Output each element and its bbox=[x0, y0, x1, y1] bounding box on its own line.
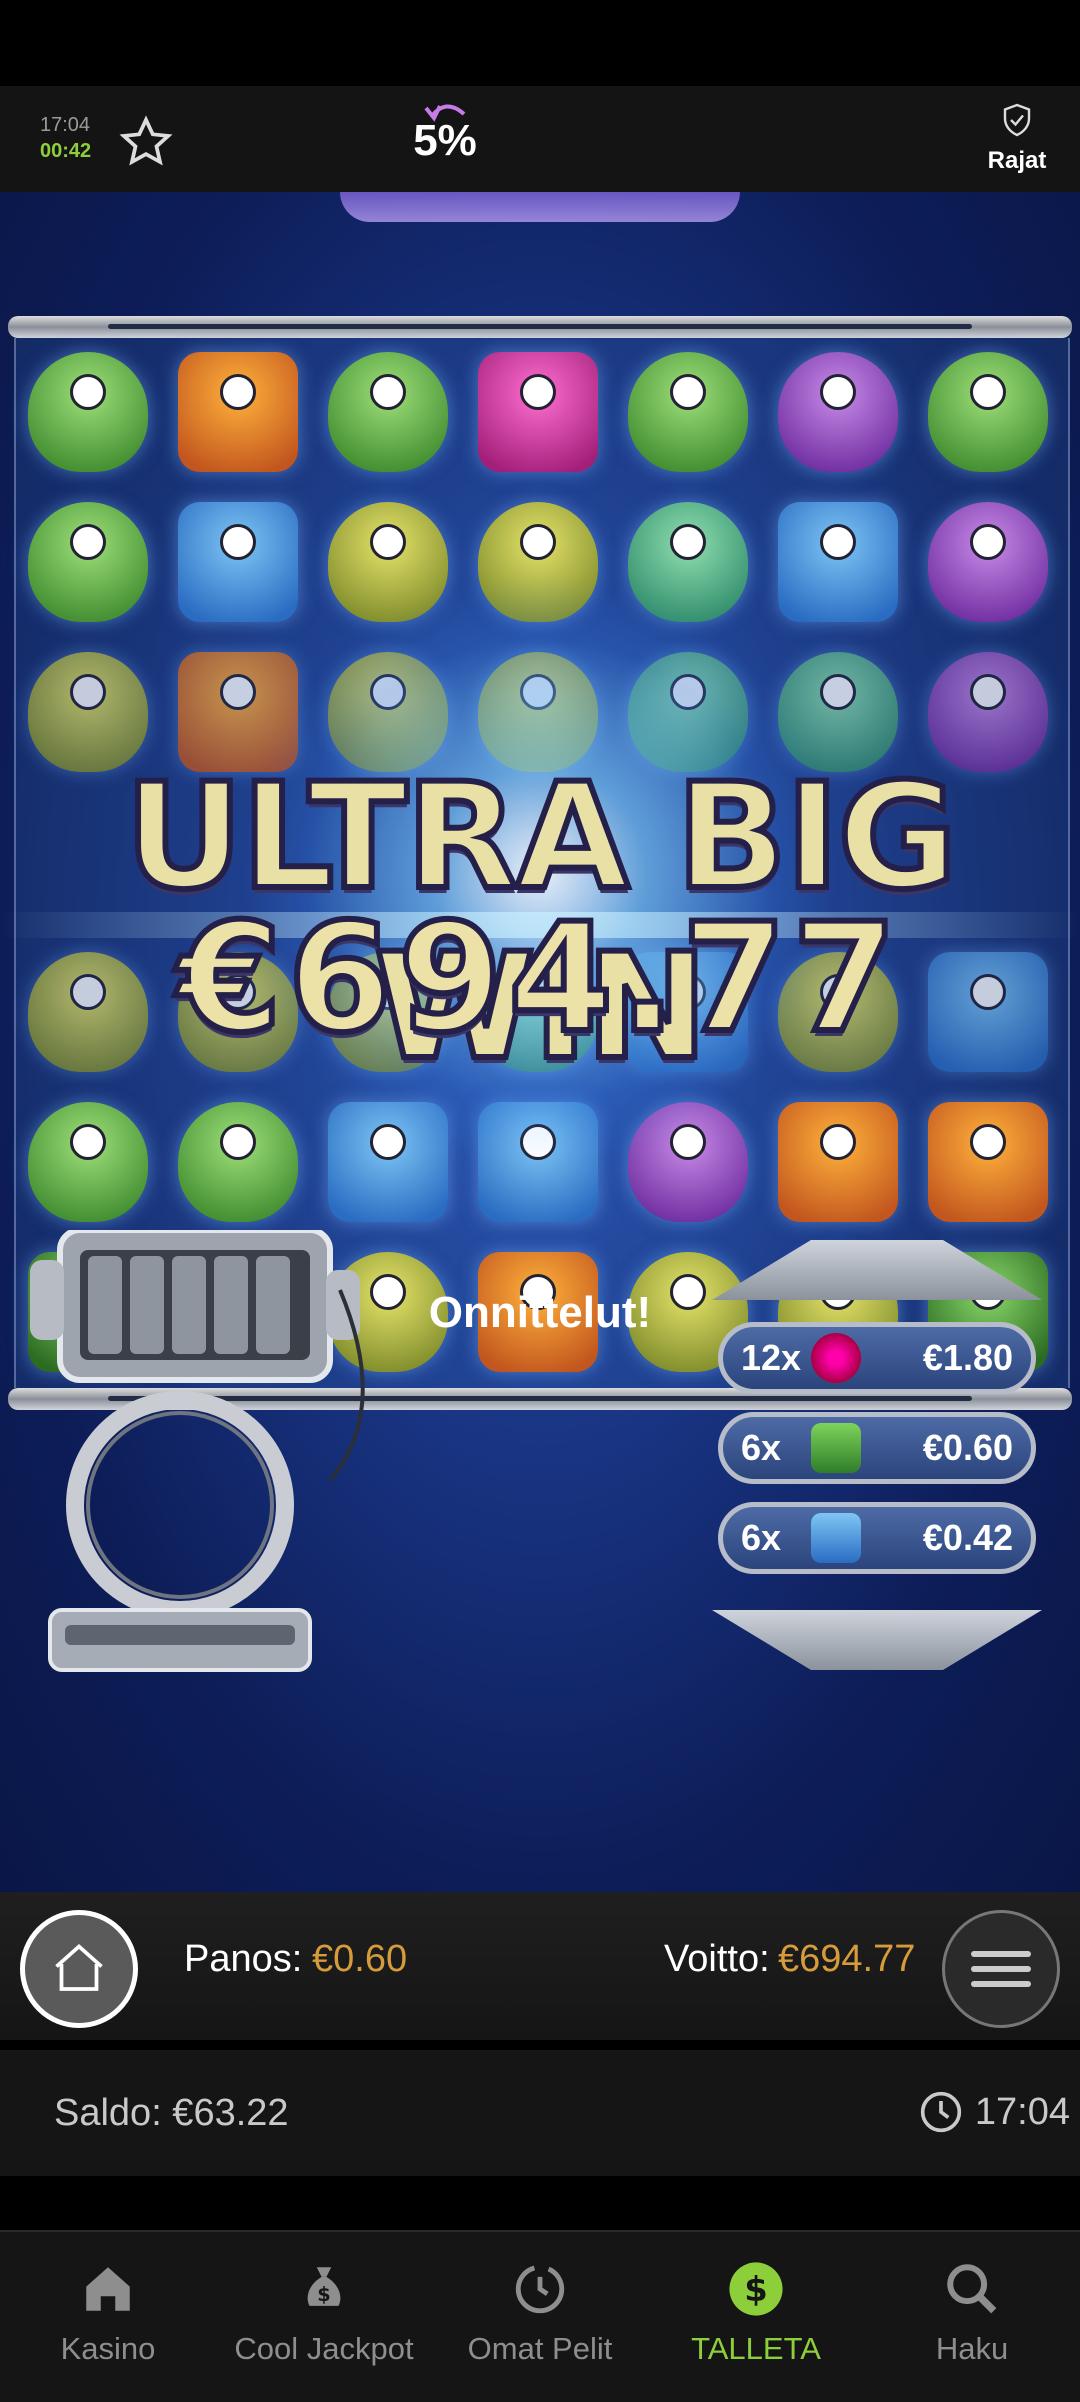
clock-block: 17:04 00:42 bbox=[40, 112, 91, 164]
symbol-eye bbox=[970, 374, 1006, 410]
paytable-scroll-down[interactable] bbox=[712, 1610, 1042, 1670]
symbol-eye bbox=[70, 674, 106, 710]
bet-label: Panos: bbox=[184, 1938, 303, 1980]
green-alien-symbol bbox=[928, 352, 1048, 472]
paytable-row: 12x €1.80 bbox=[718, 1322, 1036, 1394]
bet-bar: Panos: €0.60 Voitto: €694.77 bbox=[0, 1892, 1080, 2040]
search-icon bbox=[947, 2264, 997, 2314]
hamburger-menu-icon bbox=[971, 1951, 1031, 1987]
symbol-eye bbox=[820, 1124, 856, 1160]
svg-text:$: $ bbox=[744, 2270, 768, 2309]
symbol-eye bbox=[670, 524, 706, 560]
balance-bar: Saldo: €63.22 17:04 bbox=[0, 2050, 1080, 2176]
nav-kasino[interactable]: Kasino bbox=[0, 2260, 216, 2367]
symbol-eye bbox=[370, 524, 406, 560]
green-alien-symbol bbox=[28, 502, 148, 622]
green-alien-symbol bbox=[28, 1102, 148, 1222]
nav-omat-pelit[interactable]: Omat Pelit bbox=[432, 2260, 648, 2367]
symbol-eye bbox=[670, 374, 706, 410]
balance-clock-time: 17:04 bbox=[974, 2090, 1070, 2133]
favorite-star-icon[interactable] bbox=[118, 114, 174, 170]
symbol-eye bbox=[820, 524, 856, 560]
symbol-eye bbox=[220, 1124, 256, 1160]
balance-clock: 17:04 bbox=[919, 2090, 1070, 2134]
paytable-row: 6x €0.60 bbox=[718, 1412, 1036, 1484]
symbol-eye bbox=[820, 374, 856, 410]
symbol-eye bbox=[220, 374, 256, 410]
nav-label: TALLETA bbox=[691, 2331, 821, 2366]
blue-monster-icon bbox=[811, 1513, 861, 1563]
pink-monster-icon bbox=[811, 1333, 861, 1383]
nav-cool-jackpot[interactable]: $ Cool Jackpot bbox=[216, 2260, 432, 2367]
nav-label: Cool Jackpot bbox=[234, 2331, 414, 2366]
clock-icon bbox=[920, 2091, 962, 2133]
symbol-eye bbox=[70, 1124, 106, 1160]
paytable-multiplier: 6x bbox=[741, 1517, 782, 1558]
symbol-eye bbox=[970, 674, 1006, 710]
home-button[interactable] bbox=[20, 1910, 138, 2028]
nav-label: Kasino bbox=[60, 2331, 156, 2366]
green-alien-symbol bbox=[628, 352, 748, 472]
purple-eye-symbol bbox=[928, 502, 1048, 622]
bet-value: €0.60 bbox=[312, 1938, 408, 1980]
symbol-eye bbox=[520, 374, 556, 410]
home-icon bbox=[86, 2267, 130, 2311]
paytable-multiplier: 12x bbox=[741, 1337, 802, 1378]
symbol-eye bbox=[70, 524, 106, 560]
symbol-eye bbox=[520, 524, 556, 560]
reel-frame-top bbox=[8, 316, 1072, 338]
green-alien-symbol bbox=[178, 1102, 298, 1222]
balance-text: Saldo: €63.22 bbox=[54, 2092, 289, 2134]
blue-monster-symbol bbox=[178, 502, 298, 622]
purple-eye-symbol bbox=[778, 352, 898, 472]
paytable-row: 6x €0.42 bbox=[718, 1502, 1036, 1574]
paytable-scroll-up[interactable] bbox=[712, 1240, 1042, 1300]
bottom-navigation: Kasino $ Cool Jackpot Omat Pelit $ TALLE… bbox=[0, 2230, 1080, 2402]
paytable-amount: €0.42 bbox=[922, 1517, 1013, 1558]
svg-text:$: $ bbox=[317, 2283, 330, 2306]
paytable-multiplier: 6x bbox=[741, 1427, 782, 1468]
symbol-eye bbox=[220, 524, 256, 560]
nav-talleta[interactable]: $ TALLETA bbox=[648, 2260, 864, 2367]
green-alien-symbol bbox=[328, 352, 448, 472]
symbol-eye bbox=[820, 674, 856, 710]
symbol-eye bbox=[70, 374, 106, 410]
orange-monster-symbol bbox=[778, 1102, 898, 1222]
pink-monster-symbol bbox=[478, 352, 598, 472]
game-logo bbox=[340, 192, 740, 222]
symbol-eye bbox=[220, 674, 256, 710]
game-menu-button[interactable] bbox=[942, 1910, 1060, 2028]
symbol-eye bbox=[970, 1124, 1006, 1160]
shield-icon bbox=[1003, 103, 1031, 137]
money-bag-icon: $ bbox=[307, 2267, 341, 2306]
top-bar: 17:04 00:42 5% Rajat bbox=[0, 86, 1080, 192]
blue-monster-symbol bbox=[778, 502, 898, 622]
home-icon bbox=[55, 1943, 103, 1991]
paytable-amount: €0.60 bbox=[922, 1427, 1013, 1468]
orange-monster-symbol bbox=[928, 1102, 1048, 1222]
rtp-indicator: 5% bbox=[412, 96, 478, 166]
dollar-icon: $ bbox=[729, 2262, 783, 2316]
nav-label: Haku bbox=[935, 2331, 1009, 2366]
charge-meter-machine bbox=[30, 1230, 365, 1672]
symbol-eye bbox=[370, 374, 406, 410]
current-time: 17:04 bbox=[40, 114, 91, 136]
win-amount: €694.77 bbox=[174, 889, 903, 1069]
history-icon bbox=[515, 2264, 565, 2314]
undo-arrow-icon bbox=[424, 104, 466, 122]
congratulations-text: Onnittelut! bbox=[428, 1288, 652, 1337]
paytable: 12x €1.80 6x €0.60 6x €0.42 bbox=[712, 1240, 1042, 1680]
win-value: €694.77 bbox=[778, 1938, 916, 1980]
orange-monster-symbol bbox=[178, 352, 298, 472]
limits-label: Rajat bbox=[987, 147, 1047, 174]
limits-button[interactable]: Rajat bbox=[982, 102, 1052, 175]
nav-haku[interactable]: Haku bbox=[864, 2260, 1080, 2367]
green-alien-symbol bbox=[28, 352, 148, 472]
green-monster-icon bbox=[811, 1423, 861, 1473]
session-timer: 00:42 bbox=[40, 140, 92, 162]
win-label: Voitto: bbox=[664, 1938, 770, 1980]
nav-label: Omat Pelit bbox=[467, 2331, 613, 2366]
symbol-eye bbox=[970, 524, 1006, 560]
paytable-amount: €1.80 bbox=[922, 1337, 1013, 1378]
